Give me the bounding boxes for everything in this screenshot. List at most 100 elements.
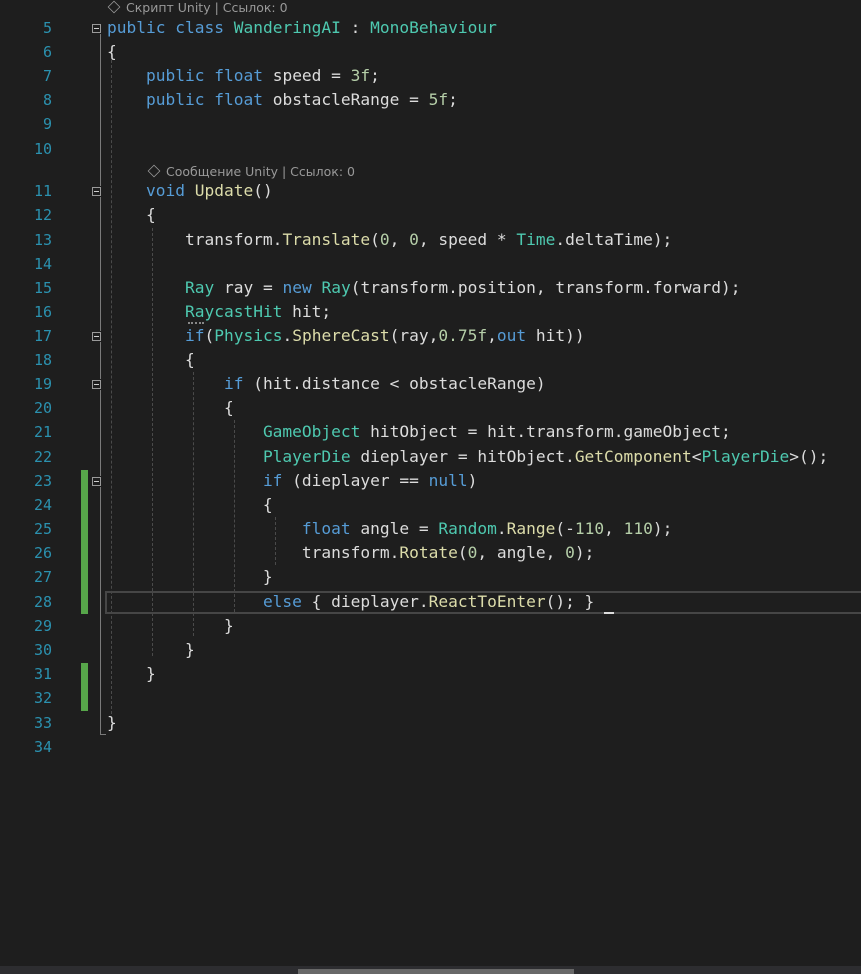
code-token: 0 bbox=[379, 230, 390, 249]
code-line[interactable]: 6{ bbox=[0, 40, 861, 64]
unity-icon bbox=[147, 164, 161, 178]
code-token: 0 bbox=[565, 543, 575, 562]
line-number: 20 bbox=[33, 399, 52, 417]
code-line[interactable]: 29 } bbox=[0, 614, 861, 638]
code-token: dieplayer = hitObject. bbox=[350, 447, 575, 466]
code-line[interactable]: 25 float angle = Random.Range(-110, 110)… bbox=[0, 517, 861, 541]
line-number: 32 bbox=[33, 689, 52, 707]
code-line[interactable]: 20 { bbox=[0, 396, 861, 420]
line-number: 6 bbox=[42, 43, 52, 61]
code-line[interactable]: 23 if (dieplayer == null) bbox=[0, 469, 861, 493]
code-text: void Update() bbox=[107, 179, 273, 203]
code-text: if (dieplayer == null) bbox=[107, 469, 477, 493]
code-line[interactable]: 14 bbox=[0, 252, 861, 276]
code-token: ) bbox=[467, 471, 478, 490]
code-line[interactable]: 27 } bbox=[0, 565, 861, 589]
code-token: 110 bbox=[623, 519, 653, 538]
line-number: 33 bbox=[33, 714, 52, 732]
code-token: Random bbox=[438, 519, 497, 538]
line-number: 12 bbox=[33, 206, 52, 224]
code-token: obstacleRange = bbox=[262, 90, 429, 109]
code-token: . bbox=[496, 519, 507, 538]
code-line[interactable]: 21 GameObject hitObject = hit.transform.… bbox=[0, 420, 861, 444]
code-line[interactable]: 16 RaycastHit hit; bbox=[0, 300, 861, 324]
line-number: 24 bbox=[33, 496, 52, 514]
code-text: } bbox=[107, 614, 234, 638]
code-token: { bbox=[107, 350, 195, 369]
code-line[interactable]: 17 if(Physics.SphereCast(ray,0.75f,out h… bbox=[0, 324, 861, 348]
code-token: (); } bbox=[545, 592, 595, 611]
code-text: { bbox=[107, 203, 156, 227]
code-token: if bbox=[184, 326, 205, 345]
code-text: transform.Translate(0, 0, speed * Time.d… bbox=[107, 228, 672, 252]
code-line[interactable]: 22 PlayerDie dieplayer = hitObject.GetCo… bbox=[0, 445, 861, 469]
code-line[interactable]: 12 { bbox=[0, 203, 861, 227]
code-token: >(); bbox=[789, 447, 829, 466]
code-token: speed = bbox=[262, 66, 351, 85]
line-number: 14 bbox=[33, 255, 52, 273]
line-number: 23 bbox=[33, 472, 52, 490]
code-token: , bbox=[487, 326, 497, 345]
code-line[interactable]: 15 Ray ray = new Ray(transform.position,… bbox=[0, 276, 861, 300]
code-line[interactable]: 13 transform.Translate(0, 0, speed * Tim… bbox=[0, 228, 861, 252]
code-token: ( bbox=[370, 230, 380, 249]
code-line[interactable]: 26 transform.Rotate(0, angle, 0); bbox=[0, 541, 861, 565]
code-line[interactable]: 11 void Update() bbox=[0, 179, 861, 203]
code-line[interactable]: 10 bbox=[0, 137, 861, 161]
code-line[interactable]: 8 public float obstacleRange = 5f; bbox=[0, 88, 861, 112]
code-text: } bbox=[107, 711, 117, 735]
line-number: 21 bbox=[33, 423, 52, 441]
code-text: PlayerDie dieplayer = hitObject.GetCompo… bbox=[107, 445, 828, 469]
code-line[interactable]: 28 else { dieplayer.ReactToEnter(); } bbox=[0, 590, 861, 614]
code-token: ; bbox=[370, 66, 380, 85]
code-token: { bbox=[107, 42, 117, 61]
code-token: hit; bbox=[282, 302, 332, 321]
code-token: { dieplayer. bbox=[301, 592, 429, 611]
code-token: ); bbox=[574, 543, 595, 562]
code-token: 0 bbox=[467, 543, 478, 562]
horizontal-scrollbar[interactable] bbox=[298, 969, 574, 974]
code-line[interactable]: 24 { bbox=[0, 493, 861, 517]
line-number: 25 bbox=[33, 520, 52, 538]
code-line[interactable]: 31 } bbox=[0, 662, 861, 686]
code-token: float bbox=[214, 66, 263, 85]
code-token: null bbox=[428, 471, 468, 490]
line-number: 10 bbox=[33, 140, 52, 158]
code-line[interactable]: 7 public float speed = 3f; bbox=[0, 64, 861, 88]
code-line[interactable]: 30 } bbox=[0, 638, 861, 662]
code-token: transform. bbox=[107, 543, 400, 562]
code-token: RaycastHit bbox=[184, 302, 283, 321]
code-line[interactable]: 32 bbox=[0, 686, 861, 710]
code-line[interactable]: 33} bbox=[0, 711, 861, 735]
code-token: Update bbox=[194, 181, 254, 200]
code-line[interactable]: 5 public class WanderingAI : MonoBehaviou… bbox=[0, 16, 861, 40]
code-token: public bbox=[145, 66, 205, 85]
class-codelens[interactable]: Скрипт Unity | Ссылок: 0 bbox=[107, 0, 288, 17]
code-token: WanderingAI bbox=[233, 18, 341, 37]
code-token: transform. bbox=[107, 230, 283, 249]
code-text: float angle = Random.Range(-110, 110); bbox=[107, 517, 672, 541]
code-line[interactable]: 9 bbox=[0, 112, 861, 136]
line-number: 34 bbox=[33, 738, 52, 756]
code-editor[interactable]: Скрипт Unity | Ссылок: 0 Сообщение Unity… bbox=[0, 0, 861, 966]
code-token: 0.75f bbox=[438, 326, 488, 345]
code-token: GameObject bbox=[262, 422, 361, 441]
code-token: , bbox=[604, 519, 624, 538]
line-number: 22 bbox=[33, 448, 52, 466]
code-text: { bbox=[107, 348, 195, 372]
code-token: ReactToEnter bbox=[428, 592, 546, 611]
code-line[interactable]: 18 { bbox=[0, 348, 861, 372]
code-line[interactable]: 19 if (hit.distance < obstacleRange) bbox=[0, 372, 861, 396]
code-line[interactable]: 34 bbox=[0, 735, 861, 759]
code-token: Ray bbox=[184, 278, 215, 297]
code-text: RaycastHit hit; bbox=[107, 300, 331, 324]
